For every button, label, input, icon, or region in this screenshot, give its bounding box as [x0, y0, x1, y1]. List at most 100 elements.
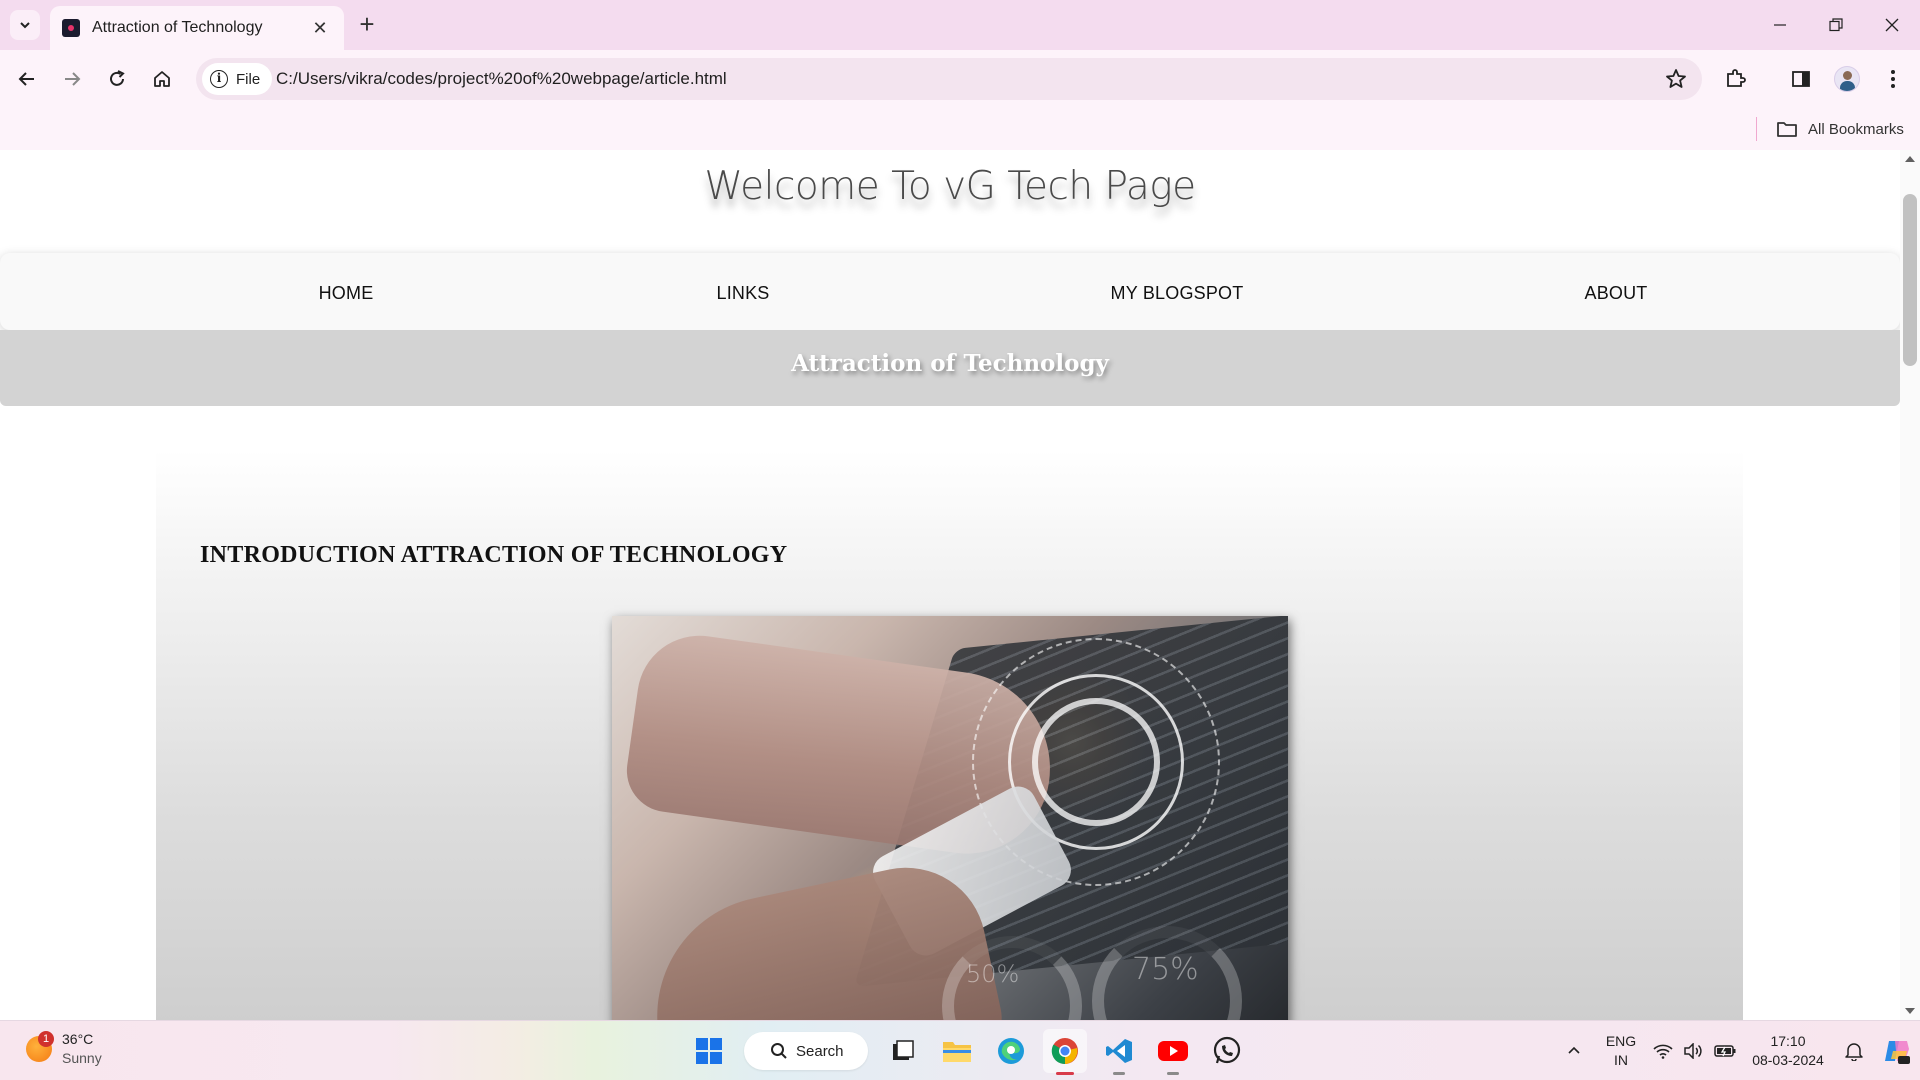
scroll-thumb[interactable] [1903, 194, 1917, 366]
home-icon [154, 71, 170, 87]
language-code: ENG [1605, 1033, 1637, 1049]
nav-link-links[interactable]: LINKS [716, 283, 769, 304]
scroll-up-arrow-icon[interactable] [1905, 156, 1915, 162]
bookmark-star-icon[interactable] [1664, 67, 1688, 91]
url-text[interactable]: C:/Users/vikra/codes/project%20of%20webp… [276, 69, 727, 89]
whatsapp-app[interactable] [1205, 1029, 1249, 1073]
back-button[interactable] [10, 62, 44, 96]
hologram-ring [1032, 698, 1160, 826]
wifi-status[interactable] [1648, 1021, 1678, 1080]
gauge-label: 50% [966, 960, 1020, 988]
file-explorer-app[interactable] [935, 1029, 979, 1073]
minimize-icon [1774, 24, 1786, 26]
forward-button[interactable] [55, 62, 89, 96]
wifi-icon [1653, 1044, 1673, 1059]
address-bar[interactable]: i File C:/Users/vikra/codes/project%20of… [196, 58, 1702, 100]
reload-icon [110, 70, 125, 86]
clock[interactable]: 17:10 08-03-2024 [1742, 1021, 1834, 1080]
site-info-chip[interactable]: i File [202, 63, 273, 95]
copilot-button[interactable] [1874, 1021, 1920, 1080]
taskbar-apps: Search [682, 1029, 1254, 1075]
windows-logo-icon [696, 1038, 722, 1064]
scroll-down-arrow-icon[interactable] [1905, 1008, 1915, 1014]
gauge-label: 75% [1132, 952, 1199, 987]
volume-status[interactable] [1678, 1021, 1708, 1080]
task-view-icon [893, 1040, 914, 1060]
site-favicon-icon [62, 19, 80, 37]
weather-badge: 1 [38, 1031, 54, 1047]
page-viewport: Welcome To vG Tech Page HOME LINKS MY BL… [0, 150, 1920, 1020]
start-button[interactable] [687, 1029, 731, 1073]
page-scrollbar[interactable] [1900, 150, 1920, 1020]
vscode-icon [1106, 1039, 1132, 1063]
close-tab-icon[interactable]: ✕ [308, 18, 332, 39]
close-window-button[interactable] [1864, 0, 1920, 50]
forward-arrow-icon [65, 72, 81, 86]
nav-link-about[interactable]: ABOUT [1584, 283, 1647, 304]
close-icon [1885, 18, 1899, 32]
side-panel-icon [1792, 71, 1810, 87]
profile-button[interactable] [1830, 62, 1864, 96]
all-bookmarks-button[interactable]: All Bookmarks [1776, 116, 1904, 142]
back-arrow-icon [18, 72, 34, 86]
avatar [1834, 66, 1860, 92]
language-indicator[interactable]: ENG IN [1594, 1021, 1648, 1080]
extensions-button[interactable] [1718, 62, 1752, 96]
puzzle-icon [1727, 69, 1746, 87]
vscode-app[interactable] [1097, 1029, 1141, 1075]
all-bookmarks-label: All Bookmarks [1808, 120, 1904, 138]
minimize-button[interactable] [1752, 0, 1808, 50]
side-panel-button[interactable] [1784, 62, 1818, 96]
info-icon: i [210, 70, 228, 88]
article-image: 50% 75% [612, 616, 1288, 1020]
bookmarks-bar: All Bookmarks [0, 108, 1920, 150]
home-button[interactable] [145, 62, 179, 96]
edge-app[interactable] [989, 1029, 1033, 1073]
taskbar-search-label: Search [796, 1042, 844, 1060]
bell-icon [1845, 1043, 1863, 1061]
site-nav: HOME LINKS MY BLOGSPOT ABOUT [0, 253, 1900, 330]
site-title: Welcome To vG Tech Page [704, 164, 1196, 209]
article-banner: Attraction of Technology [0, 330, 1900, 406]
chrome-app[interactable] [1043, 1029, 1087, 1075]
bookmarks-separator [1756, 117, 1757, 141]
chevron-up-icon [1568, 1046, 1580, 1054]
battery-status[interactable] [1708, 1021, 1742, 1080]
weather-temperature: 36°C [62, 1031, 94, 1047]
nav-link-home[interactable]: HOME [319, 283, 374, 304]
copilot-icon [1885, 1041, 1910, 1064]
sun-icon: 1 [26, 1031, 54, 1062]
active-app-indicator [1056, 1072, 1074, 1075]
search-icon [771, 1043, 787, 1059]
system-tray: ENG IN 17:10 08-03-2024 [1554, 1021, 1920, 1080]
browser-menu-button[interactable] [1876, 62, 1910, 96]
weather-widget[interactable]: 1 36°C Sunny [26, 1030, 102, 1068]
task-view-button[interactable] [881, 1029, 925, 1073]
weather-condition: Sunny [62, 1050, 102, 1066]
show-hidden-icons-button[interactable] [1554, 1021, 1594, 1080]
restore-icon [1829, 18, 1843, 32]
running-app-indicator [1167, 1072, 1179, 1075]
site-info-label: File [236, 70, 261, 88]
clock-date: 08-03-2024 [1752, 1052, 1824, 1068]
article-title: Attraction of Technology [791, 350, 1109, 377]
notifications-button[interactable] [1834, 1021, 1874, 1080]
tab-title: Attraction of Technology [92, 19, 263, 36]
chevron-down-icon [20, 22, 30, 29]
nav-link-my-blogspot[interactable]: MY BLOGSPOT [1111, 283, 1244, 304]
region-code: IN [1614, 1052, 1628, 1068]
browser-toolbar: i File C:/Users/vikra/codes/project%20of… [0, 50, 1920, 108]
edge-browser-icon [998, 1038, 1024, 1064]
taskbar-search[interactable]: Search [744, 1032, 868, 1070]
reload-button[interactable] [100, 62, 134, 96]
running-app-indicator [1113, 1072, 1125, 1075]
speaker-icon [1684, 1043, 1702, 1059]
browser-tab-bar: Attraction of Technology ✕ + [0, 0, 1920, 50]
youtube-app[interactable] [1151, 1029, 1195, 1075]
restore-button[interactable] [1808, 0, 1864, 50]
window-controls [1752, 0, 1920, 50]
tab-search-button[interactable] [10, 10, 40, 40]
whatsapp-icon [1213, 1036, 1241, 1064]
browser-tab[interactable]: Attraction of Technology ✕ [50, 6, 344, 50]
new-tab-button[interactable]: + [352, 10, 382, 40]
